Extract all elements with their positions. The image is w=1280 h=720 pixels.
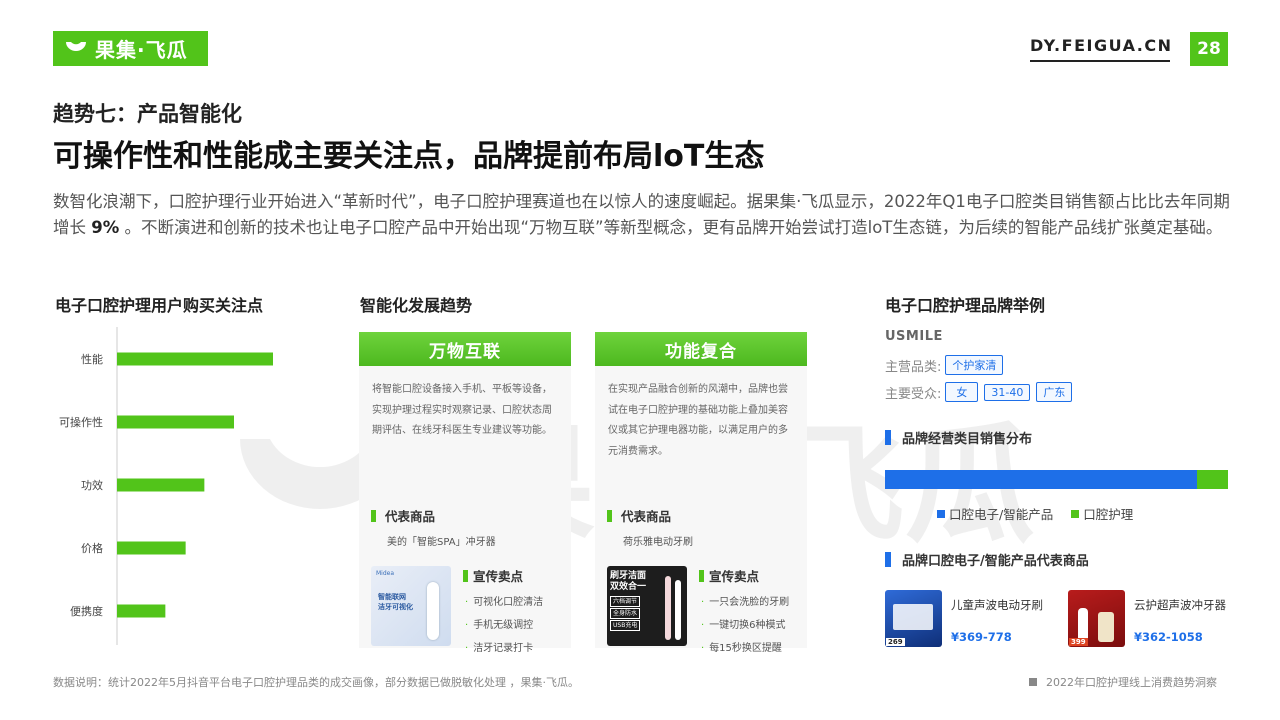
sell-point: · 每15秒换区提醒 (701, 643, 782, 654)
card-title: 功能复合 (595, 332, 807, 366)
product-image-toothbrush: 刷牙洁面 双效合一 六档调节 全身防水 USB充电 (607, 566, 687, 646)
trend-card-iot: 万物互联 将智能口腔设备接入手机、平板等设备，实现护理过程实时观察记录、口腔状态… (359, 332, 571, 654)
product-name: 云护超声波冲牙器 (1134, 598, 1226, 612)
product-image-kids-toothbrush: 269 (885, 590, 942, 647)
product-card[interactable]: 399 云护超声波冲牙器 ¥362-1058 (1068, 590, 1226, 647)
sell-point: · 一只会洗脸的牙刷 (701, 597, 790, 608)
product-price: ¥362-1058 (1134, 630, 1203, 644)
sell-point: · 洁牙记录打卡 (465, 643, 534, 654)
card-title: 万物互联 (359, 332, 571, 366)
sell-point: · 手机无级调控 (465, 620, 534, 631)
growth-highlight: 9% (91, 218, 120, 237)
page-number: 28 (1190, 32, 1228, 66)
trend-card-multifunction: 功能复合 在实现产品融合创新的风潮中，品牌也尝试在电子口腔护理的基础功能上叠加美… (595, 332, 807, 654)
legend-swatch-blue (937, 509, 945, 518)
category-tag: 个护家清 (945, 355, 1004, 375)
bar-label: 价格 (81, 541, 103, 555)
site-url[interactable]: DY.FEIGUA.CN (1030, 36, 1171, 62)
bar (117, 604, 166, 618)
brand-category-row: 主营品类: 个护家清 (885, 355, 1009, 375)
brand-name: USMILE (885, 329, 943, 344)
sell-heading: 宣传卖点 (699, 566, 789, 585)
logo-icon (66, 41, 86, 51)
product-card[interactable]: 269 儿童声波电动牙刷 ¥369-778 (885, 590, 1043, 647)
report-name: 2022年口腔护理线上消费趋势洞察 (1029, 674, 1217, 690)
chart-title: 电子口腔护理用户购买关注点 (55, 296, 264, 315)
bar-label: 便携度 (70, 604, 103, 618)
rep-product-name: 美的「智能SPA」冲牙器 (387, 537, 496, 548)
bar (117, 415, 234, 429)
audience-tag: 女 (945, 382, 979, 402)
intro-paragraph: 数智化浪潮下，口腔护理行业开始进入“革新时代”，电子口腔护理赛道也在以惊人的速度… (53, 192, 1230, 237)
brand-section-title: 电子口腔护理品牌举例 (885, 296, 1046, 315)
brand-logo: 果集·飞瓜 (53, 31, 208, 66)
sell-point: · 一键切换6种模式 (701, 620, 786, 631)
section-subtitle: 趋势七：产品智能化 (53, 102, 242, 126)
sales-distribution-bar (885, 470, 1228, 489)
sell-heading: 宣传卖点 (463, 566, 543, 585)
product-name: 儿童声波电动牙刷 (951, 598, 1043, 612)
dist-heading: 品牌经营类目销售分布 (885, 428, 1032, 447)
bar (117, 541, 186, 555)
card-description: 将智能口腔设备接入手机、平板等设备，实现护理过程实时观察记录、口腔状态周期评估、… (372, 384, 552, 436)
product-price: ¥369-778 (951, 630, 1012, 644)
dist-segment-oral-care (1197, 470, 1228, 489)
bar-label: 功效 (81, 478, 103, 492)
product-image-water-flosser: 399 (1068, 590, 1125, 647)
bar-chart-svg: 性能可操作性功效价格便携度 (59, 327, 273, 645)
logo-text: 果集·飞瓜 (95, 38, 188, 62)
trend-title: 智能化发展趋势 (360, 296, 473, 315)
bar-label: 可操作性 (59, 415, 103, 429)
audience-tag: 广东 (1036, 382, 1073, 402)
page-title: 可操作性和性能成主要关注点，品牌提前布局loT生态 (53, 139, 765, 174)
bar (117, 478, 205, 492)
bar (117, 352, 273, 366)
audience-tag: 31-40 (984, 383, 1031, 401)
dist-segment-electronic (885, 470, 1198, 489)
brand-audience-row: 主要受众: 女 31-40 广东 (885, 382, 1078, 402)
product-image-flosser: Midea 智能联网 洁牙可视化 (371, 566, 451, 646)
rep-heading: 代表商品 (595, 506, 807, 525)
products-heading: 品牌口腔电子/智能产品代表商品 (885, 550, 1089, 569)
data-note: 数据说明：统计2022年5月抖音平台电子口腔护理品类的成交画像，部分数据已做脱敏… (53, 676, 579, 689)
legend-swatch-green (1071, 509, 1080, 518)
rep-product-name: 荷乐雅电动牙刷 (623, 537, 693, 548)
rep-heading: 代表商品 (359, 506, 571, 525)
dist-legend: 口腔电子/智能产品 口腔护理 (937, 504, 1133, 523)
concern-bar-chart: 性能可操作性功效价格便携度 (55, 325, 315, 650)
sell-point: · 可视化口腔清洁 (465, 597, 544, 608)
card-description: 在实现产品融合创新的风潮中，品牌也尝试在电子口腔护理的基础功能上叠加美容仪或其它… (608, 384, 788, 457)
bar-label: 性能 (81, 352, 103, 366)
